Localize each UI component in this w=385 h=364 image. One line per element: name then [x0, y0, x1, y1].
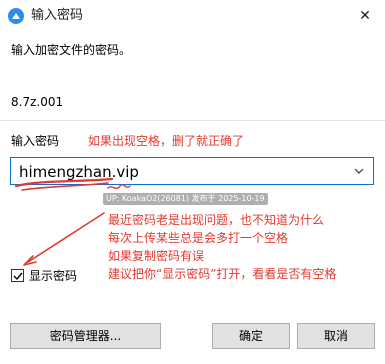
chevron-down-icon[interactable] [353, 165, 365, 177]
password-manager-button[interactable]: 密码管理器... [10, 323, 161, 349]
ok-button[interactable]: 确定 [212, 323, 290, 349]
file-name: 8.7z.001 [11, 95, 64, 109]
show-password-label[interactable]: 显示密码 [29, 268, 77, 284]
checkmark-icon [13, 272, 23, 281]
password-combo[interactable]: himengzhan.vip [10, 157, 374, 185]
squiggle-mark [107, 184, 131, 189]
window-title: 输入密码 [31, 8, 84, 23]
annotation-line: 最近密码老是出现问题，也不知道为什么 [108, 213, 325, 227]
annotation-block: 最近密码老是出现问题，也不知道为什么 每次上传某些总是会多打一个空格 如果复制密… [108, 211, 336, 283]
cancel-button[interactable]: 取消 [297, 323, 375, 349]
arrow-line [27, 212, 105, 263]
divider [0, 120, 385, 121]
close-icon[interactable]: ✕ [359, 8, 371, 24]
prompt-text: 输入加密文件的密码。 [11, 43, 132, 57]
arrow-head [23, 255, 37, 266]
password-label: 输入密码 [11, 134, 60, 148]
annotation-line: 每次上传某些总是会多打一个空格 [108, 231, 289, 245]
watermark: UP: KoakaO2(26081) 发布于 2025-10-19 [103, 193, 268, 205]
show-password-checkbox[interactable] [11, 269, 24, 282]
annotation-line: 建议把你“显示密码”打开，看看是否有空格 [108, 267, 337, 281]
annotation-top-note: 如果出现空格，删了就正确了 [88, 134, 245, 148]
annotation-line: 如果复制密码有误 [108, 249, 205, 263]
close-button[interactable]: ✕ [351, 3, 379, 29]
title-bar: 输入密码 ✕ [0, 0, 385, 32]
password-input[interactable]: himengzhan.vip [19, 162, 139, 182]
app-icon [8, 8, 24, 24]
